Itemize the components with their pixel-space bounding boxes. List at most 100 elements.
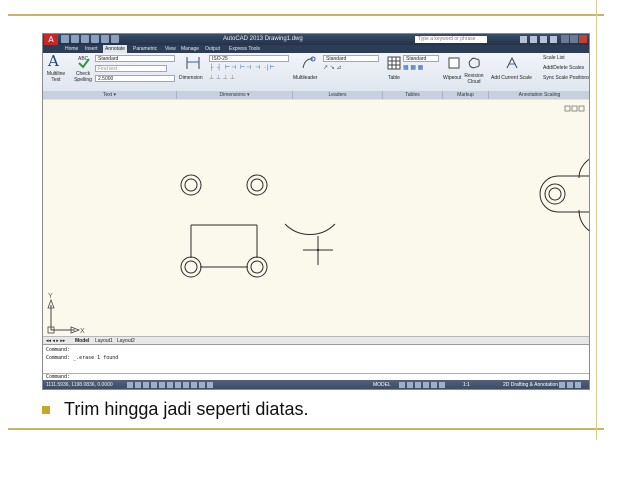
close-icon[interactable] (579, 35, 587, 43)
tab-manage[interactable]: Manage (181, 45, 199, 53)
dimension-tools-icons-2[interactable]: ⊥ ⊥ ⊥ ⊥ (209, 75, 235, 81)
ribbon: A Multiline Text ABC Check Spelling Stan… (43, 53, 589, 101)
undo-icon[interactable] (91, 35, 99, 43)
drafting-toggle-icons (127, 382, 213, 388)
command-window[interactable]: Command: Command: _.erase 1 found Comman… (43, 344, 589, 381)
ucs-x-label: X (80, 328, 85, 335)
tab-home[interactable]: Home (65, 45, 78, 53)
text-panel-label[interactable]: Text ▾ (43, 91, 177, 99)
tables-panel-label[interactable]: Tables (383, 91, 443, 99)
dimension-button[interactable]: Dimension (179, 75, 203, 81)
autocad-app-icon[interactable]: A (44, 34, 58, 45)
dimension-style-select[interactable]: ISO-25 (209, 55, 289, 62)
model-space-toggle[interactable]: MODEL (373, 380, 391, 389)
quick-properties-icon[interactable] (207, 382, 213, 388)
navigation-icons (399, 382, 445, 388)
showmotion-icon[interactable] (439, 382, 445, 388)
text-style-select[interactable]: Standard (95, 55, 175, 62)
polar-icon[interactable] (151, 382, 157, 388)
table-style-select[interactable]: Standard (403, 55, 439, 62)
workspace-switcher[interactable]: 2D Drafting & Annotation (503, 380, 558, 389)
multileader-icon[interactable] (301, 56, 317, 70)
plot-icon[interactable] (111, 35, 119, 43)
trimmed-plate[interactable] (180, 224, 268, 278)
arc-with-center-mark[interactable] (284, 223, 336, 265)
tab-view[interactable]: View (165, 45, 176, 53)
annotation-scaling-panel-label[interactable]: Annotation Scaling (489, 91, 589, 99)
hole-top-left[interactable] (180, 174, 202, 196)
user-icon[interactable] (530, 36, 537, 43)
table-icon[interactable] (387, 56, 401, 70)
lock-icon[interactable] (559, 382, 565, 388)
multiline-text-big-icon[interactable]: A (48, 54, 59, 69)
tab-insert[interactable]: Insert (85, 45, 98, 53)
window-controls (561, 35, 587, 43)
maximize-icon[interactable] (570, 35, 578, 43)
dyn-icon[interactable] (183, 382, 189, 388)
bullet-text: Trim hingga jadi seperti diatas. (64, 399, 309, 419)
slide-vertical-rule (596, 0, 597, 440)
add-current-scale-icon[interactable] (505, 56, 519, 70)
search-icon[interactable] (520, 36, 527, 43)
check-spelling-icon[interactable]: ABC (77, 55, 91, 69)
leaders-panel-label[interactable]: Leaders (293, 91, 383, 99)
multiline-text-button[interactable]: Multiline Text (45, 71, 67, 83)
save-icon[interactable] (81, 35, 89, 43)
new-file-icon[interactable] (61, 35, 69, 43)
wipeout-icon[interactable] (447, 56, 461, 70)
open-file-icon[interactable] (71, 35, 79, 43)
check-spelling-button[interactable]: Check Spelling (73, 71, 93, 83)
revision-cloud-icon[interactable] (467, 56, 481, 70)
tab-annotate[interactable]: Annotate (103, 45, 128, 53)
sync-scale-positions-button[interactable]: Sync Scale Positions (543, 75, 589, 81)
quick-view-layouts-icon[interactable] (399, 382, 405, 388)
osnap-icon[interactable] (159, 382, 165, 388)
steering-wheel-icon[interactable] (431, 382, 437, 388)
exchange-icon[interactable] (540, 36, 547, 43)
snap-icon[interactable] (127, 382, 133, 388)
add-current-scale-button[interactable]: Add Current Scale (491, 75, 532, 81)
find-text-input[interactable]: Find text (95, 65, 167, 72)
command-history-line: Command: (46, 347, 71, 353)
text-height-input[interactable]: 2.5000 (95, 75, 175, 82)
cad-drawing: Y X (47, 105, 590, 335)
viewport-controls[interactable] (564, 105, 585, 112)
lineweight-icon[interactable] (191, 382, 197, 388)
leader-tools-icons[interactable]: ↗ ↘ ⊿ (323, 65, 341, 71)
add-delete-scales-button[interactable]: Add/Delete Scales (543, 65, 584, 71)
table-tools-icons[interactable]: ▦ ▦ ▦ (403, 65, 423, 71)
help-icon[interactable] (550, 36, 557, 43)
revision-cloud-button[interactable]: Revision Cloud (463, 73, 485, 85)
leader-style-select[interactable]: Standard (323, 55, 379, 62)
transparency-icon[interactable] (199, 382, 205, 388)
tab-express-tools[interactable]: Express Tools (229, 45, 260, 53)
search-input[interactable]: Type a keyword or phrase (415, 36, 487, 43)
dimension-tools-icons[interactable]: ├ ┤ ⊢⊣ ⊢⊣ ⊣ ·|⊢ (209, 65, 276, 71)
hole-top-right[interactable] (246, 174, 268, 196)
hardware-acceleration-icon[interactable] (567, 382, 573, 388)
ortho-icon[interactable] (143, 382, 149, 388)
zoom-icon[interactable] (423, 382, 429, 388)
grid-icon[interactable] (135, 382, 141, 388)
markup-panel-label[interactable]: Markup (443, 91, 489, 99)
pan-icon[interactable] (415, 382, 421, 388)
drawing-area[interactable]: Y X (43, 100, 589, 336)
otrack-icon[interactable] (167, 382, 173, 388)
minimize-icon[interactable] (561, 35, 569, 43)
table-button[interactable]: Table (388, 75, 400, 81)
bullet-marker (42, 406, 50, 414)
tab-parametric[interactable]: Parametric (133, 45, 157, 53)
coordinate-readout[interactable]: 1111.5936, 1198.0836, 0.0000 (46, 380, 113, 389)
wipeout-button[interactable]: Wipeout (443, 75, 461, 81)
clean-screen-icon[interactable] (575, 382, 581, 388)
quick-view-drawings-icon[interactable] (407, 382, 413, 388)
ducs-icon[interactable] (175, 382, 181, 388)
link-part-right[interactable] (539, 158, 590, 232)
dimension-icon[interactable] (185, 56, 201, 70)
redo-icon[interactable] (101, 35, 109, 43)
dimensions-panel-label[interactable]: Dimensions ▾ (177, 91, 293, 99)
multileader-button[interactable]: Multileader (293, 75, 317, 81)
annotation-scale[interactable]: 1:1 (463, 380, 470, 389)
scale-list-button[interactable]: Scale List (543, 55, 565, 61)
tab-output[interactable]: Output (205, 45, 220, 53)
